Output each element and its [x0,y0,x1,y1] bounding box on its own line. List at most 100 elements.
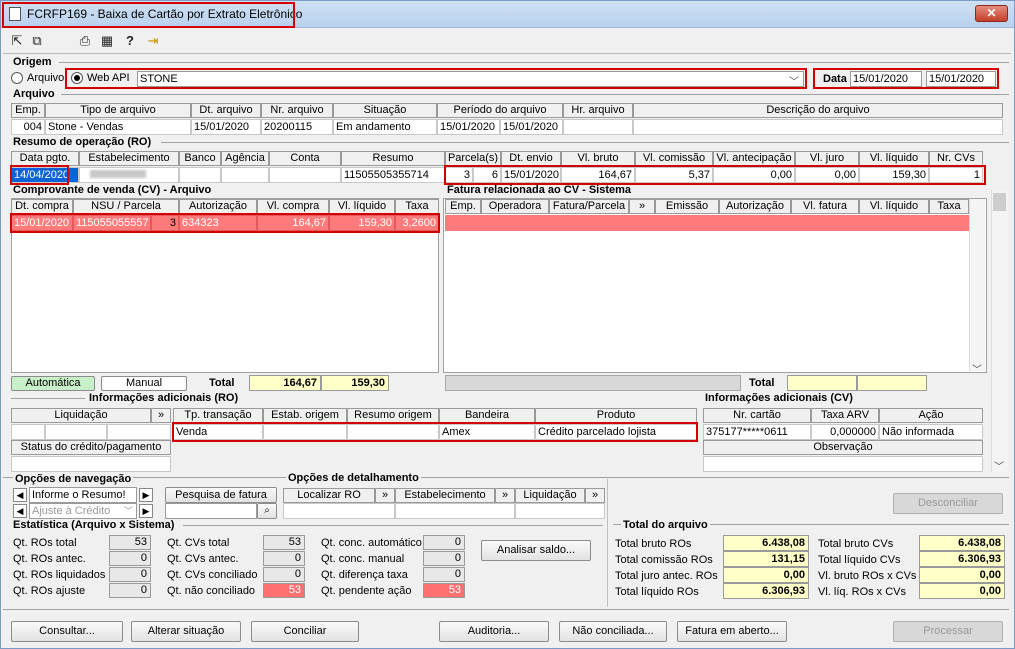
info-liquidacao-1[interactable] [11,424,45,440]
exit-icon[interactable]: ⇥ [145,33,161,49]
col-vl-antecipacao: Vl. antecipação [713,151,795,166]
resumo-banco[interactable] [179,167,221,183]
estabelecimento-expand[interactable]: » [495,488,515,503]
info-col-tp-transacao: Tp. transação [173,408,263,423]
resumo-conta[interactable] [269,167,341,183]
info-cv-col-cartao: Nr. cartão [703,408,811,423]
conciliar-button[interactable]: Conciliar [251,621,359,642]
close-button[interactable]: ✕ [975,5,1008,22]
consultar-button[interactable]: Consultar... [11,621,123,642]
estat-label: Estatística (Arquivo x Sistema) [13,519,175,531]
resumo-agencia[interactable] [221,167,269,183]
estat-divider [183,525,603,526]
info-cv-col-acao: Ação [879,408,983,423]
arquivo-tipo[interactable]: Stone - Vendas [45,119,191,135]
desconciliar-button[interactable]: Desconciliar [893,493,1003,514]
fat-col-expand[interactable]: » [629,199,655,214]
info-ro-label: Informações adicionais (RO) [89,392,239,404]
tot-liquido-cvs-label: Total líquido CVs [818,554,901,566]
chevron-down-icon[interactable]: ﹀ [789,73,799,88]
info-liquidacao-2[interactable] [45,424,107,440]
info-liquidacao-3[interactable] [107,424,171,440]
fatura-scroll-down-icon[interactable]: ﹀ [972,361,982,376]
nav-select-ajuste[interactable]: Ajuste à Crédito ﹀ [29,503,137,519]
detalhe-field-2[interactable] [395,503,515,519]
arquivo-dt[interactable]: 15/01/2020 [191,119,261,135]
detalhe-field-3[interactable] [515,503,605,519]
nav-next-2[interactable]: ▶ [139,504,153,518]
stat-ros-antec: 0 [109,551,151,566]
estabelecimento-button[interactable]: Estabelecimento [395,488,495,503]
pesquisa-fatura-button[interactable]: Pesquisa de fatura [165,487,277,503]
col-resumo: Resumo [341,151,445,166]
liquidacao-expand[interactable]: » [585,488,605,503]
arquivo-periodo-ate[interactable]: 15/01/2020 [500,119,563,135]
help-icon[interactable]: ? [122,33,138,49]
stat-cvs-antec: 0 [263,551,305,566]
print-icon[interactable]: ⎙ [77,33,93,49]
data-from-input[interactable]: 15/01/2020 [850,71,922,87]
fatura-scrollbar[interactable] [969,199,985,371]
tot-liquido-ros-label: Total líquido ROs [615,586,699,598]
nav-prev-2[interactable]: ◀ [13,504,27,518]
arquivo-hr[interactable] [563,119,633,135]
arquivo-nr[interactable]: 20200115 [261,119,333,135]
observacao-field[interactable] [703,456,983,472]
info-cv-col-taxa: Taxa ARV [811,408,879,423]
manual-button[interactable]: Manual [101,376,187,391]
col-nr-arquivo: Nr. arquivo [261,103,333,118]
data-to-input[interactable]: 15/01/2020 [926,71,996,87]
detalhe-field-1[interactable] [283,503,395,519]
main-scroll-thumb[interactable] [993,193,1006,211]
arquivo-descricao[interactable] [633,119,1003,135]
webapi-select[interactable]: STONE [137,71,804,87]
pesquisa-fatura-input[interactable] [165,503,257,519]
col-situacao: Situação [333,103,437,118]
cv-col-vl-liquido: Vl. líquido [329,199,395,214]
tot-liquido-ros: 6.306,93 [723,583,809,599]
info-col-bandeira: Bandeira [439,408,535,423]
radio-webapi[interactable] [71,72,83,84]
radio-webapi-label: Web API [87,72,130,84]
processar-button[interactable]: Processar [893,621,1003,642]
arquivo-situacao[interactable]: Em andamento [333,119,437,135]
arquivo-periodo-de[interactable]: 15/01/2020 [437,119,500,135]
info-cv-cartao[interactable]: 375177*****0611 [703,424,811,440]
search-icon[interactable]: ⌕ [257,503,277,519]
nav-prev-1[interactable]: ◀ [13,488,27,502]
info-cv-label: Informações adicionais (CV) [705,392,853,404]
resumo-resumo[interactable]: 11505505355714 [341,167,445,183]
localizar-ro-button[interactable]: Localizar RO [283,488,375,503]
localizar-ro-expand[interactable]: » [375,488,395,503]
info-col-expand[interactable]: » [151,408,171,423]
stat-conc-auto-label: Qt. conc. automático [321,537,422,549]
main-scroll-down-icon[interactable]: ﹀ [994,458,1004,473]
main-scrollbar[interactable] [991,190,1008,472]
calendar-icon[interactable]: ▦ [99,33,115,49]
info-ro-divider [11,398,85,399]
arquivo-emp[interactable]: 004 [11,119,45,135]
nav-select-resumo[interactable]: Informe o Resumo! [29,487,137,503]
radio-arquivo[interactable] [11,72,23,84]
resumo-estab[interactable] [79,167,179,183]
info-cv-taxa[interactable]: 0,000000 [811,424,879,440]
fatura-row-selected[interactable] [445,215,969,231]
fatura-aberto-button[interactable]: Fatura em aberto... [677,621,787,642]
data-label: Data [823,73,847,85]
col-dt-envio: Dt. envio [501,151,561,166]
nav-next-1[interactable]: ▶ [139,488,153,502]
nao-conciliada-button[interactable]: Não conciliada... [559,621,667,642]
tot-juro-ros-label: Total juro antec. ROs [615,570,718,582]
alterar-situacao-button[interactable]: Alterar situação [131,621,241,642]
info-cv-acao[interactable]: Não informada [879,424,983,440]
liquidacao-button[interactable]: Liquidação [515,488,585,503]
stat-dif-taxa-label: Qt. diferença taxa [321,569,408,581]
export-icon[interactable]: ⇱ [9,33,25,49]
auto-button[interactable]: Automática [11,376,95,391]
copy-icon[interactable]: ⧉ [29,33,45,49]
col-vl-comissao: Vl. comissão [635,151,713,166]
status-credito-field[interactable] [11,456,171,472]
auditoria-button[interactable]: Auditoria... [439,621,549,642]
tot-bruto-ros: 6.438,08 [723,535,809,551]
analisar-saldo-button[interactable]: Analisar saldo... [481,540,591,561]
